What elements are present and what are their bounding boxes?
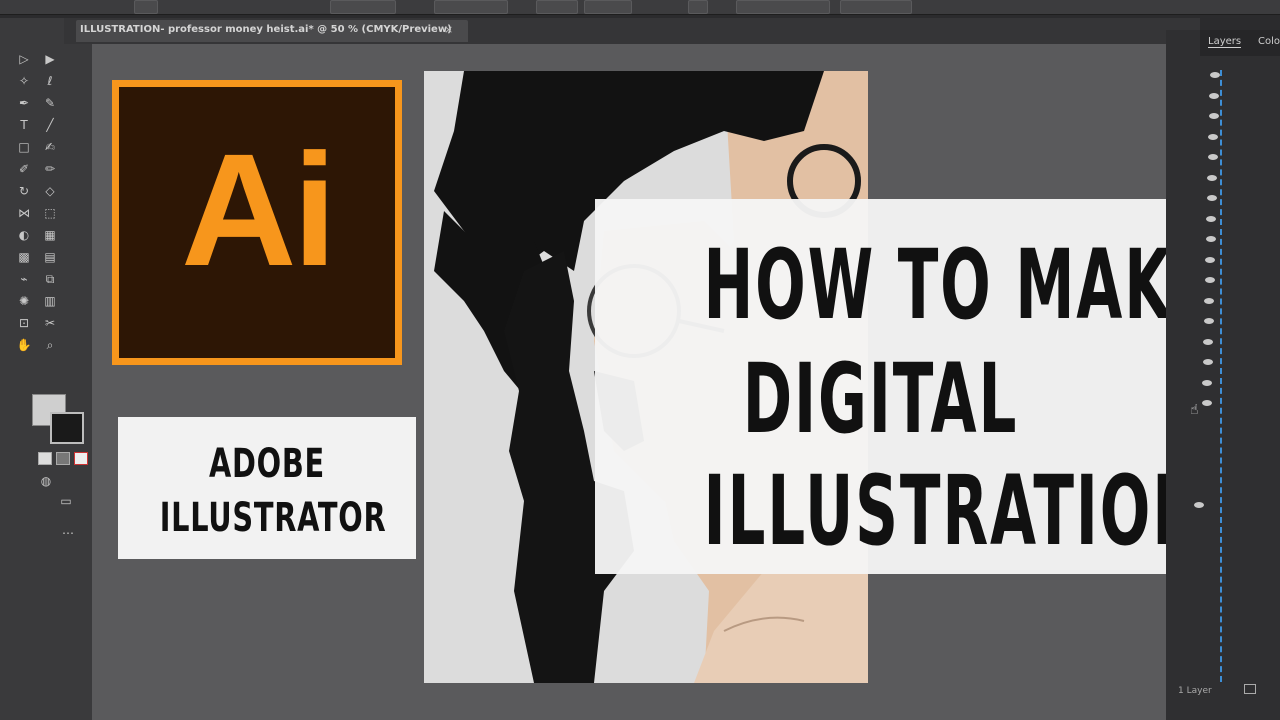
- document-tab-title: ILLUSTRATION- professor money heist.ai* …: [80, 24, 452, 35]
- badge-line-1: ADOBE: [209, 441, 325, 487]
- perspective-icon[interactable]: ▦: [42, 228, 58, 242]
- panel-tabs: Layers Colo: [1200, 30, 1280, 56]
- layer-visibility-eye-icon[interactable]: [1202, 379, 1212, 386]
- eyedropper-icon[interactable]: ⌁: [16, 272, 32, 286]
- magic-wand-icon[interactable]: ✧: [16, 74, 32, 88]
- direct-selection-icon[interactable]: ▶: [42, 52, 58, 66]
- close-tab-icon[interactable]: ×: [444, 23, 453, 36]
- product-name-badge: ADOBE ILLUSTRATOR: [118, 417, 416, 559]
- gradient-mode-swatch[interactable]: [56, 452, 70, 465]
- layer-visibility-eye-icon[interactable]: [1207, 195, 1217, 201]
- badge-line-2: ILLUSTRATOR: [159, 495, 387, 541]
- free-transform-icon[interactable]: ⬚: [42, 206, 58, 220]
- selection-icon[interactable]: ▷: [16, 52, 32, 66]
- layer-visibility-eye-icon[interactable]: [1194, 502, 1204, 508]
- lasso-icon[interactable]: ℓ: [42, 74, 58, 88]
- rectangle-icon[interactable]: □: [16, 140, 32, 154]
- layer-visibility-eye-icon[interactable]: [1208, 154, 1218, 160]
- layer-visibility-eye-icon[interactable]: [1205, 256, 1215, 263]
- layer-visibility-eye-icon[interactable]: [1204, 297, 1214, 304]
- headline-line-2: DIGITAL: [742, 343, 1019, 455]
- more-tools-icon[interactable]: ⋯: [60, 526, 76, 540]
- new-layer-icon[interactable]: [1244, 684, 1256, 694]
- graph-icon[interactable]: ▥: [42, 294, 58, 308]
- pen-icon[interactable]: ✒: [16, 96, 32, 110]
- stroke-profile-dropdown[interactable]: [330, 0, 396, 14]
- hand-icon[interactable]: ✋: [16, 338, 32, 352]
- zoom-icon[interactable]: ⌕: [42, 338, 58, 352]
- blend-icon[interactable]: ⧉: [42, 272, 58, 286]
- style-swatch[interactable]: [688, 0, 708, 14]
- layer-visibility-eye-icon[interactable]: [1209, 113, 1219, 119]
- document-tab[interactable]: ILLUSTRATION- professor money heist.ai* …: [76, 20, 468, 42]
- layer-visibility-eye-icon[interactable]: [1207, 174, 1217, 181]
- control-bar: [0, 0, 1280, 15]
- brush-dropdown[interactable]: [434, 0, 508, 14]
- line-icon[interactable]: ╱: [42, 118, 58, 132]
- shaper-icon[interactable]: ✐: [16, 162, 32, 176]
- width-icon[interactable]: ⋈: [16, 206, 32, 220]
- logo-text: Ai: [181, 120, 337, 299]
- tab-layers[interactable]: Layers: [1208, 36, 1242, 48]
- layer-visibility-eye-icon[interactable]: [1206, 236, 1216, 242]
- layer-visibility-eye-icon[interactable]: [1203, 359, 1213, 365]
- preferences-button[interactable]: [840, 0, 912, 14]
- color-mode-swatch[interactable]: [38, 452, 52, 465]
- layer-visibility-eye-icon[interactable]: [1203, 338, 1213, 345]
- none-mode-swatch[interactable]: [74, 452, 88, 465]
- control-dropdown[interactable]: [134, 0, 158, 14]
- mouse-cursor-icon: ☝: [1190, 402, 1199, 418]
- stroke-swatch[interactable]: [50, 412, 84, 444]
- curvature-icon[interactable]: ✎: [42, 96, 58, 110]
- layer-selection-guide: [1220, 70, 1222, 682]
- opacity-value[interactable]: [584, 0, 632, 14]
- draw-mode-icon[interactable]: ◍: [38, 474, 54, 488]
- layer-visibility-eye-icon[interactable]: [1202, 400, 1212, 406]
- layer-visibility-eye-icon[interactable]: [1204, 318, 1214, 324]
- headline-card: HOW TO MAKE DIGITAL ILLUSTRATION: [595, 199, 1215, 574]
- layer-visibility-eye-icon[interactable]: [1206, 215, 1216, 222]
- shape-builder-icon[interactable]: ◐: [16, 228, 32, 242]
- headline-line-1: HOW TO MAKE: [703, 229, 1215, 341]
- document-tab-bar: ILLUSTRATION- professor money heist.ai* …: [64, 18, 1200, 44]
- type-icon[interactable]: T: [16, 118, 32, 132]
- document-setup-button[interactable]: [736, 0, 830, 14]
- illustrator-logo: Ai: [112, 80, 402, 365]
- slice-icon[interactable]: ✂: [42, 316, 58, 330]
- artboard-icon[interactable]: ⊡: [16, 316, 32, 330]
- layer-visibility-eye-icon[interactable]: [1209, 92, 1219, 99]
- layer-visibility-eye-icon[interactable]: [1205, 277, 1215, 283]
- layers-panel: Layers Colo: [1166, 30, 1280, 720]
- tab-color[interactable]: Colo: [1258, 36, 1280, 47]
- eraser-icon[interactable]: ◇: [42, 184, 58, 198]
- symbol-sprayer-icon[interactable]: ✺: [16, 294, 32, 308]
- rotate-icon[interactable]: ↻: [16, 184, 32, 198]
- layer-list: [1194, 60, 1260, 710]
- opacity-field[interactable]: [536, 0, 578, 14]
- layer-visibility-eye-icon[interactable]: [1208, 133, 1218, 140]
- pencil-icon[interactable]: ✏: [42, 162, 58, 176]
- tools-panel: ◍ ▭ ⋯ ▷ ▶ ✧ ℓ ✒ ✎ T ╱ □ ✍ ✐ ✏ ↻ ◇ ⋈ ⬚ ◐ ▦ ▩ ▤ ⌁ ⧉ ✺ ▥ ⊡ ✂ ✋ ⌕: [0, 18, 92, 720]
- layer-visibility-eye-icon[interactable]: [1210, 72, 1220, 78]
- mesh-icon[interactable]: ▩: [16, 250, 32, 264]
- screen-mode-icon[interactable]: ▭: [58, 494, 74, 508]
- layer-count: 1 Layer: [1178, 686, 1212, 696]
- paintbrush-icon[interactable]: ✍: [42, 140, 58, 154]
- headline-line-3: ILLUSTRATION: [703, 455, 1204, 567]
- gradient-icon[interactable]: ▤: [42, 250, 58, 264]
